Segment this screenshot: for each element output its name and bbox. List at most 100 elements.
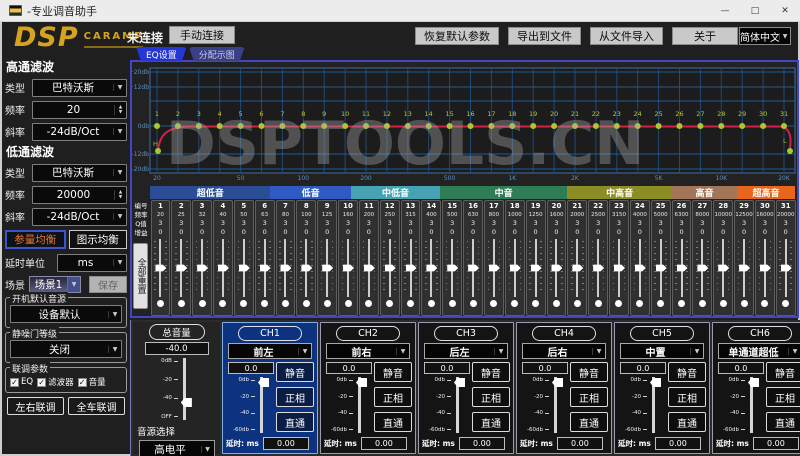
delay-value-field[interactable]: 0.00 [262, 437, 309, 450]
eq-point-16[interactable] [467, 123, 474, 129]
band-bypass-button[interactable] [678, 300, 686, 307]
band-gain-slider[interactable] [464, 237, 482, 299]
eq-point-17[interactable] [488, 123, 495, 129]
band-bypass-button[interactable] [573, 300, 581, 307]
link-left-right-button[interactable]: 左右联调 [7, 397, 64, 415]
language-select[interactable]: 简体中文 ▼ [739, 27, 791, 45]
band-bypass-button[interactable] [281, 300, 289, 307]
lpf-freq-input[interactable]: 20000 ▲ ▼ [32, 185, 127, 204]
lpf-type-select[interactable]: 巴特沃斯 ▼ [32, 163, 127, 182]
band-gain-slider[interactable] [506, 237, 524, 299]
eq-band-8[interactable]: 8 100 3 0 [296, 200, 317, 316]
eq-band-10[interactable]: 10 160 3 0 [338, 200, 358, 316]
export-file-button[interactable]: 导出到文件 [508, 27, 581, 45]
band-gain-slider[interactable] [714, 237, 732, 299]
link-all-button[interactable]: 全车联调 [68, 397, 125, 415]
eq-band-16[interactable]: 16 630 3 0 [463, 200, 483, 316]
eq-point-29[interactable] [739, 123, 746, 129]
band-gain-slider[interactable] [693, 237, 711, 299]
band-bypass-button[interactable] [302, 300, 310, 307]
band-gain-slider[interactable] [756, 237, 774, 299]
eq-band-6[interactable]: 6 63 3 0 [254, 200, 275, 316]
eq-point-10[interactable] [342, 123, 349, 129]
eq-point-2[interactable] [174, 123, 181, 129]
mute-button-CH5[interactable]: 静音 [668, 362, 706, 382]
bypass-button-CH5[interactable]: 直通 [668, 412, 706, 432]
band-bypass-button[interactable] [469, 300, 477, 307]
boot-source-select[interactable]: 设备默认 ▼ [10, 305, 122, 323]
eq-band-29[interactable]: 29 12500 3 0 [734, 200, 754, 316]
eq-band-18[interactable]: 18 1000 3 0 [504, 200, 525, 316]
checkbox-checked-icon[interactable]: ✓ [10, 377, 19, 387]
channel-name-select-CH5[interactable]: 中置 ▼ [620, 343, 704, 359]
band-gain-slider[interactable] [568, 237, 586, 299]
band-bypass-button[interactable] [240, 300, 248, 307]
band-bypass-button[interactable] [782, 300, 790, 307]
band-gain-slider[interactable] [235, 237, 253, 299]
delay-value-field[interactable]: 0.00 [556, 437, 603, 450]
channel-gain-value[interactable]: 0.0 [326, 362, 372, 374]
band-bypass-button[interactable] [511, 300, 519, 307]
delay-value-field[interactable]: 0.00 [752, 437, 799, 450]
eq-point-4[interactable] [216, 123, 223, 129]
eq-point-26[interactable] [676, 123, 683, 129]
band-bypass-button[interactable] [386, 300, 394, 307]
eq-point-20[interactable] [551, 123, 558, 129]
bypass-button-CH6[interactable]: 直通 [766, 412, 800, 432]
restore-defaults-button[interactable]: 恢复默认参数 [415, 27, 499, 45]
band-gain-slider[interactable] [339, 237, 357, 299]
eq-point-13[interactable] [404, 123, 411, 129]
band-bypass-button[interactable] [636, 300, 644, 307]
master-volume-value[interactable]: -40.0 [144, 342, 209, 355]
band-bypass-button[interactable] [740, 300, 748, 307]
mute-button-CH6[interactable]: 静音 [766, 362, 800, 382]
eq-band-25[interactable]: 25 5000 3 0 [650, 200, 671, 316]
band-gain-slider[interactable] [673, 237, 691, 299]
mute-button-CH1[interactable]: 静音 [276, 362, 314, 382]
link-check-滤波器[interactable]: ✓ 滤波器 [37, 376, 74, 388]
channel-gain-value[interactable]: 0.0 [620, 362, 666, 374]
band-bypass-button[interactable] [407, 300, 415, 307]
eq-band-31[interactable]: 31 20000 3 0 [775, 200, 796, 316]
band-bypass-button[interactable] [427, 300, 435, 307]
band-gain-slider[interactable] [443, 237, 461, 299]
band-gain-slider[interactable] [402, 237, 420, 299]
band-bypass-button[interactable] [344, 300, 352, 307]
band-gain-slider[interactable] [172, 237, 190, 299]
band-bypass-button[interactable] [532, 300, 540, 307]
band-bypass-button[interactable] [156, 300, 164, 307]
eq-band-4[interactable]: 4 40 3 0 [213, 200, 233, 316]
import-file-button[interactable]: 从文件导入 [590, 27, 663, 45]
band-gain-slider[interactable] [527, 237, 545, 299]
band-bypass-button[interactable] [698, 300, 706, 307]
maximize-button[interactable]: □ [740, 0, 770, 22]
checkbox-checked-icon[interactable]: ✓ [77, 377, 87, 387]
lpf-slope-select[interactable]: -24dB/Oct ▼ [32, 207, 127, 226]
eq-band-27[interactable]: 27 8000 3 0 [692, 200, 713, 316]
band-gain-slider[interactable] [297, 237, 315, 299]
phase-button-CH6[interactable]: 正相 [766, 387, 800, 407]
band-gain-slider[interactable] [277, 237, 295, 299]
band-gain-slider[interactable] [735, 237, 753, 299]
band-gain-slider[interactable] [193, 237, 211, 299]
delay-value-field[interactable]: 0.00 [458, 437, 505, 450]
eq-band-9[interactable]: 9 125 3 0 [317, 200, 338, 316]
band-bypass-button[interactable] [719, 300, 727, 307]
manual-connect-button[interactable]: 手动连接 [169, 26, 235, 44]
eq-point-28[interactable] [718, 123, 725, 129]
eq-band-13[interactable]: 13 315 3 0 [400, 200, 421, 316]
bypass-button-CH4[interactable]: 直通 [570, 412, 608, 432]
channel-volume-slider[interactable]: 0db -20 -40 -60db [226, 377, 276, 437]
band-gain-slider[interactable] [422, 237, 440, 299]
channel-volume-slider[interactable]: 0db -20 -40 -60db [422, 377, 472, 437]
graphic-eq-button[interactable]: 图示均衡 [68, 230, 127, 249]
squelch-select[interactable]: 关闭 ▼ [10, 340, 122, 358]
band-gain-slider[interactable] [610, 237, 628, 299]
channel-strip-CH2[interactable]: CH2 前右 ▼ 0.0 0db -20 -40 -60db 静音 正相 直通 延时: ms 0.00 [320, 322, 416, 454]
reset-all-button[interactable]: 全部重置 [133, 243, 148, 309]
band-gain-slider[interactable] [152, 237, 170, 299]
channel-volume-slider[interactable]: 0db -20 -40 -60db [716, 377, 766, 437]
eq-band-17[interactable]: 17 800 3 0 [484, 200, 504, 316]
eq-band-21[interactable]: 21 2000 3 0 [567, 200, 588, 316]
eq-band-12[interactable]: 12 250 3 0 [379, 200, 400, 316]
